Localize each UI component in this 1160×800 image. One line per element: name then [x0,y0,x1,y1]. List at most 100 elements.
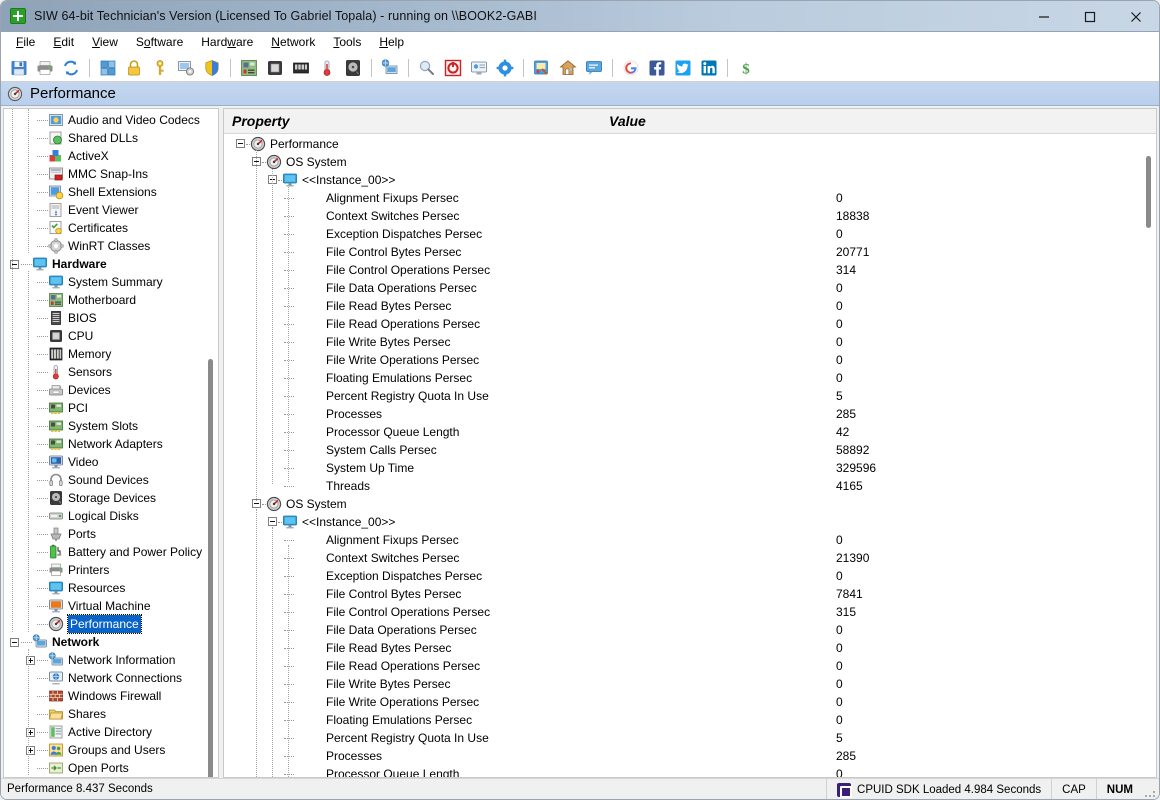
property-row[interactable]: Processes 285 [224,405,1156,423]
minimize-button[interactable] [1021,1,1067,32]
property-row[interactable]: Floating Emulations Persec 0 [224,369,1156,387]
sidebar-item-network-information[interactable]: Network Information [4,651,218,669]
property-row[interactable]: Exception Dispatches Persec 0 [224,567,1156,585]
sidebar-item-activex[interactable]: ActiveX [4,147,218,165]
property-row[interactable]: File Control Operations Persec 314 [224,261,1156,279]
sidebar-item-storage-devices[interactable]: Storage Devices [4,489,218,507]
sidebar-item-network[interactable]: Network [4,633,218,651]
property-row[interactable]: Alignment Fixups Persec 0 [224,189,1156,207]
sidebar-item-performance[interactable]: Performance [4,614,218,634]
resize-grip[interactable] [1143,779,1159,799]
sidebar-item-network-adapters[interactable]: Network Adapters [4,435,218,453]
menu-tools[interactable]: Tools [324,33,370,52]
property-row[interactable]: Context Switches Persec 21390 [224,549,1156,567]
google-icon[interactable] [619,56,643,80]
property-row[interactable]: Percent Registry Quota In Use 5 [224,387,1156,405]
property-row[interactable]: File Read Bytes Persec 0 [224,297,1156,315]
menu-file[interactable]: File [7,33,44,52]
menu-hardware[interactable]: Hardware [192,33,262,52]
collapse-icon[interactable] [10,637,19,647]
property-row[interactable]: Exception Dispatches Persec 0 [224,225,1156,243]
donate-dollar-icon[interactable]: $ [734,56,758,80]
property-row[interactable]: File Read Operations Persec 0 [224,657,1156,675]
sidebar-item-hardware[interactable]: Hardware [4,255,218,273]
sidebar-item-system-slots[interactable]: System Slots [4,417,218,435]
sidebar-item-pci[interactable]: PCI [4,399,218,417]
sidebar-item-certificates[interactable]: Certificates [4,219,218,237]
sidebar-item-printers[interactable]: Printers [4,561,218,579]
property-row[interactable]: System Up Time 329596 [224,459,1156,477]
property-row[interactable]: File Control Operations Persec 315 [224,603,1156,621]
menu-view[interactable]: View [83,33,127,52]
sensors-icon[interactable] [315,56,339,80]
sidebar-item-sound-devices[interactable]: Sound Devices [4,471,218,489]
save-icon[interactable] [7,56,31,80]
property-row[interactable]: File Write Operations Persec 0 [224,693,1156,711]
collapse-icon[interactable] [268,517,277,526]
property-group-row[interactable]: <<Instance_00>> [224,171,1156,189]
property-row[interactable]: Processor Queue Length 0 [224,765,1156,777]
navigation-sidebar[interactable]: Audio and Video Codecs Shared DLLs ActiveX… [3,108,219,778]
sidebar-item-windows-firewall[interactable]: Windows Firewall [4,687,218,705]
sidebar-item-devices[interactable]: Devices [4,381,218,399]
sidebar-item-audio-and-video-codecs[interactable]: Audio and Video Codecs [4,111,218,129]
menu-help[interactable]: Help [370,33,413,52]
network-computer-icon[interactable] [378,56,402,80]
menu-software[interactable]: Software [127,33,192,52]
sidebar-item-memory[interactable]: Memory [4,345,218,363]
facebook-icon[interactable] [645,56,669,80]
property-row[interactable]: File Data Operations Persec 0 [224,621,1156,639]
motherboard-icon[interactable] [237,56,261,80]
property-group-row[interactable]: Performance [224,135,1156,153]
refresh-icon[interactable] [59,56,83,80]
sidebar-item-active-directory[interactable]: Active Directory [4,723,218,741]
sidebar-item-sensors[interactable]: Sensors [4,363,218,381]
paint-icon[interactable] [530,56,554,80]
sidebar-item-mmc-snap-ins[interactable]: MMC Snap-Ins [4,165,218,183]
property-row[interactable]: File Write Operations Persec 0 [224,351,1156,369]
property-row[interactable]: File Data Operations Persec 0 [224,279,1156,297]
property-row[interactable]: File Control Bytes Persec 7841 [224,585,1156,603]
property-row[interactable]: File Control Bytes Persec 20771 [224,243,1156,261]
sidebar-item-groups-and-users[interactable]: Groups and Users [4,741,218,759]
sidebar-item-open-ports[interactable]: Open Ports [4,759,218,777]
sidebar-item-event-viewer[interactable]: Event Viewer [4,201,218,219]
property-row[interactable]: File Read Operations Persec 0 [224,315,1156,333]
property-group-row[interactable]: OS System [224,495,1156,513]
sidebar-item-logical-disks[interactable]: Logical Disks [4,507,218,525]
close-button[interactable] [1113,1,1159,32]
hard-disk-icon[interactable] [341,56,365,80]
property-group-row[interactable]: OS System [224,153,1156,171]
sidebar-item-network-connections[interactable]: Network Connections [4,669,218,687]
windows-tiles-icon[interactable] [96,56,120,80]
business-card-icon[interactable] [467,56,491,80]
property-row[interactable]: System Calls Persec 58892 [224,441,1156,459]
property-group-row[interactable]: <<Instance_00>> [224,513,1156,531]
property-row[interactable]: Percent Registry Quota In Use 5 [224,729,1156,747]
property-row[interactable]: Processes 285 [224,747,1156,765]
property-list[interactable]: Performance OS System <<Instance_00>> Align… [224,134,1156,777]
menu-edit[interactable]: Edit [44,33,83,52]
column-header-property[interactable]: Property [224,113,609,129]
padlock-icon[interactable] [122,56,146,80]
sidebar-item-virtual-machine[interactable]: Virtual Machine [4,597,218,615]
property-row[interactable]: Context Switches Persec 18838 [224,207,1156,225]
column-header-value[interactable]: Value [609,113,1156,129]
property-row[interactable]: File Write Bytes Persec 0 [224,333,1156,351]
computer-settings-icon[interactable] [174,56,198,80]
property-row[interactable]: File Read Bytes Persec 0 [224,639,1156,657]
title-bar[interactable]: SIW 64-bit Technician's Version (License… [1,1,1159,32]
sidebar-item-ports[interactable]: Ports [4,525,218,543]
sidebar-item-shell-extensions[interactable]: Shell Extensions [4,183,218,201]
sidebar-item-winrt-classes[interactable]: WinRT Classes [4,237,218,255]
sidebar-item-shares[interactable]: Shares [4,705,218,723]
sidebar-item-motherboard[interactable]: Motherboard [4,291,218,309]
maximize-button[interactable] [1067,1,1113,32]
property-row[interactable]: Floating Emulations Persec 0 [224,711,1156,729]
shield-icon[interactable] [200,56,224,80]
linkedin-icon[interactable] [697,56,721,80]
sidebar-item-video[interactable]: Video [4,453,218,471]
sidebar-item-resources[interactable]: Resources [4,579,218,597]
property-row[interactable]: File Write Bytes Persec 0 [224,675,1156,693]
twitter-icon[interactable] [671,56,695,80]
